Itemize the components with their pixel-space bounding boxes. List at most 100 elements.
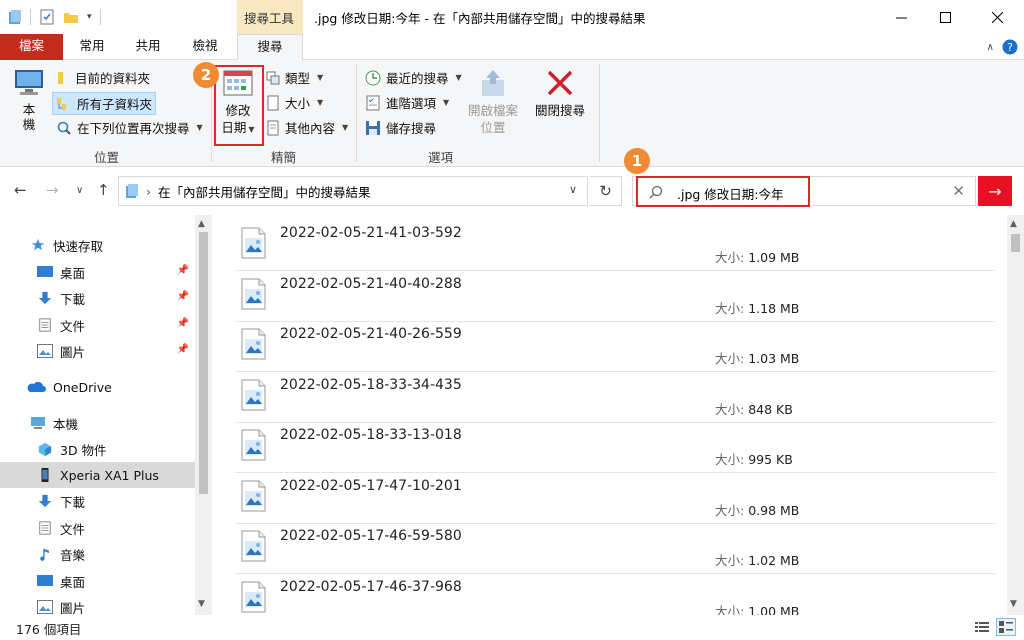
current-folder-button[interactable]: 目前的資料夾 <box>56 68 150 87</box>
scroll-down-icon[interactable]: ▼ <box>1010 599 1017 609</box>
properties-icon <box>267 120 279 135</box>
file-size-value: 1.18 MB <box>748 300 800 316</box>
address-dropdown-icon[interactable]: ∨ <box>569 183 577 196</box>
details-view-button[interactable] <box>972 618 992 636</box>
pin-icon[interactable]: 📌 <box>177 344 189 355</box>
image-file-icon <box>241 278 266 309</box>
nav-3d-objects[interactable]: 3D 物件 <box>0 436 195 462</box>
divider <box>356 64 357 162</box>
maximize-button[interactable] <box>922 0 968 34</box>
pin-icon[interactable]: 📌 <box>177 291 189 302</box>
file-size-label: 大小: <box>715 603 745 616</box>
refresh-button[interactable]: ↻ <box>590 176 622 206</box>
file-name: 2022-02-05-21-40-40-288 <box>280 275 462 292</box>
file-row[interactable]: 2022-02-05-21-41-03-592 大小: 1.09 MB <box>235 221 995 271</box>
all-subfolders-button[interactable]: 所有子資料夾 <box>52 92 157 115</box>
open-file-location-label-1: 開啟檔案 <box>467 103 518 118</box>
kind-label: 類型 <box>285 71 311 86</box>
open-file-location-label-2: 位置 <box>480 120 506 135</box>
nav-pictures[interactable]: 圖片 <box>0 594 195 615</box>
documents-icon <box>39 521 51 535</box>
recent-locations-button[interactable]: ∨ <box>76 185 83 196</box>
pin-icon[interactable]: 📌 <box>177 318 189 329</box>
nav-qa-desktop[interactable]: 桌面 📌 <box>0 259 195 285</box>
explorer-icon <box>9 10 21 24</box>
save-search-button[interactable]: 儲存搜尋 <box>365 118 436 137</box>
file-row[interactable]: 2022-02-05-17-47-10-201 大小: 0.98 MB <box>235 474 995 524</box>
scroll-up-icon[interactable]: ▲ <box>198 219 205 229</box>
nav-qa-documents[interactable]: 文件 📌 <box>0 312 195 338</box>
file-size: 大小: 1.02 MB <box>715 550 799 569</box>
file-row[interactable]: 2022-02-05-17-46-37-968 大小: 1.00 MB <box>235 575 995 616</box>
file-row[interactable]: 2022-02-05-18-33-13-018 大小: 995 KB <box>235 423 995 473</box>
file-row[interactable]: 2022-02-05-18-33-34-435 大小: 848 KB <box>235 373 995 423</box>
download-icon <box>38 494 52 508</box>
current-folder-label: 目前的資料夾 <box>75 71 151 86</box>
scroll-down-icon[interactable]: ▼ <box>198 599 205 609</box>
tab-home[interactable]: 常用 <box>72 34 112 60</box>
kind-button[interactable]: 類型 ▼ <box>266 68 323 87</box>
clear-search-icon[interactable]: ✕ <box>952 182 965 200</box>
customize-toolbar-icon[interactable]: ▾ <box>87 12 92 22</box>
nav-scrollbar-thumb[interactable] <box>199 232 208 494</box>
size-button[interactable]: 大小 ▼ <box>266 93 323 112</box>
breadcrumb-chevron-icon[interactable]: › <box>146 184 151 199</box>
maximize-icon <box>939 11 951 23</box>
nav-desktop[interactable]: 桌面 <box>0 568 195 594</box>
tab-view[interactable]: 檢視 <box>185 34 225 60</box>
search-again-in-button[interactable]: 在下列位置再次搜尋 ▼ <box>56 118 203 137</box>
breadcrumb[interactable]: 在「內部共用儲存空間」中的搜尋結果 <box>158 182 371 201</box>
collapse-ribbon-icon[interactable]: ∧ <box>987 42 994 53</box>
file-row[interactable]: 2022-02-05-21-40-40-288 大小: 1.18 MB <box>235 272 995 322</box>
image-file-icon <box>241 429 266 461</box>
recent-searches-button[interactable]: 最近的搜尋 ▼ <box>365 68 462 87</box>
advanced-options-label: 進階選項 <box>386 96 437 111</box>
new-folder-icon[interactable] <box>63 9 79 25</box>
address-bar[interactable]: › 在「內部共用儲存空間」中的搜尋結果 ∨ <box>118 176 588 206</box>
nav-onedrive[interactable]: OneDrive <box>0 374 195 400</box>
item-count: 176 個項目 <box>16 622 82 637</box>
nav-this-pc[interactable]: 本機 <box>0 410 195 436</box>
search-go-button[interactable]: → <box>978 176 1012 206</box>
advanced-options-icon <box>366 95 380 110</box>
file-size-label: 大小: <box>715 351 745 366</box>
nav-device-xperia[interactable]: Xperia XA1 Plus <box>0 462 195 488</box>
close-button[interactable] <box>974 0 1020 34</box>
file-row[interactable]: 2022-02-05-21-40-26-559 大小: 1.03 MB <box>235 322 995 372</box>
this-pc-button[interactable]: 本機 <box>12 68 46 132</box>
nav-downloads[interactable]: 下載 <box>0 488 195 514</box>
content-scrollbar[interactable]: ▲ ▼ <box>1007 215 1024 615</box>
file-size: 大小: 995 KB <box>715 449 793 468</box>
forward-button[interactable]: → <box>46 181 59 199</box>
this-pc-label: 本機 <box>22 102 36 132</box>
nav-qa-downloads[interactable]: 下載 📌 <box>0 285 195 311</box>
nav-music[interactable]: 音樂 <box>0 541 195 567</box>
content-scrollbar-thumb[interactable] <box>1011 234 1020 252</box>
search-again-label: 在下列位置再次搜尋 <box>77 121 190 136</box>
nav-documents[interactable]: 文件 <box>0 515 195 541</box>
up-button[interactable]: ↑ <box>97 181 110 199</box>
tab-search[interactable]: 搜尋 <box>237 34 303 61</box>
file-row[interactable]: 2022-02-05-17-46-59-580 大小: 1.02 MB <box>235 524 995 574</box>
open-file-location-button[interactable]: 開啟檔案 位置 <box>464 68 522 136</box>
close-search-button[interactable]: 關閉搜尋 <box>530 68 590 119</box>
properties-icon[interactable] <box>39 9 55 25</box>
other-properties-button[interactable]: 其他內容 ▼ <box>266 118 348 137</box>
pin-icon[interactable]: 📌 <box>177 265 189 276</box>
tab-share[interactable]: 共用 <box>128 34 168 60</box>
help-icon[interactable]: ? <box>1002 39 1018 55</box>
nav-qa-pictures[interactable]: 圖片 📌 <box>0 338 195 364</box>
nav-quick-access[interactable]: 快速存取 <box>0 232 195 258</box>
minimize-button[interactable] <box>878 0 924 34</box>
file-size-label: 大小: <box>715 553 745 568</box>
nav-scrollbar[interactable]: ▲ ▼ <box>195 215 212 615</box>
back-button[interactable]: ← <box>14 181 27 199</box>
image-file-icon <box>241 530 266 562</box>
file-name: 2022-02-05-21-40-26-559 <box>280 326 462 342</box>
file-size-value: 1.02 MB <box>748 553 800 568</box>
scroll-up-icon[interactable]: ▲ <box>1010 219 1017 229</box>
advanced-options-button[interactable]: 進階選項 ▼ <box>365 93 449 112</box>
content-view-button[interactable] <box>996 618 1016 636</box>
dropdown-caret-icon: ▼ <box>196 123 203 132</box>
tab-file[interactable]: 檔案 <box>0 34 63 60</box>
